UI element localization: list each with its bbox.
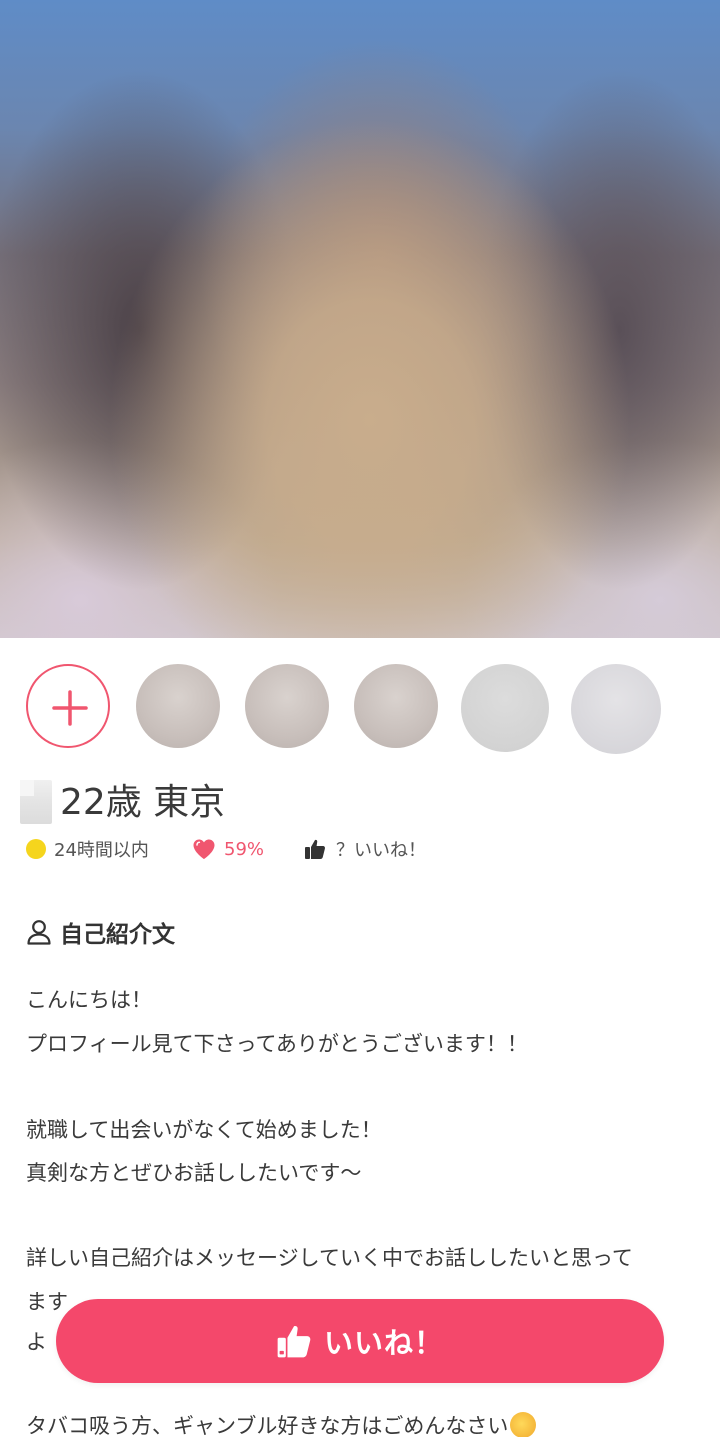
like-button-label: いいね！ [323, 1326, 444, 1360]
thumbs-up-icon [305, 839, 325, 859]
person-bowing-emoji-icon [510, 1412, 537, 1437]
person-icon [27, 920, 51, 945]
likes-count: ？いいね！ [304, 836, 426, 862]
bio-line-text: タバコ吸う方、ギャンブル好きな方はごめんなさい [26, 1414, 509, 1437]
match-rate-value: 59% [224, 838, 265, 860]
like-button[interactable]: いいね！ [56, 1299, 664, 1383]
bio-line: 真剣な方とぜひお話ししたいです〜 [26, 1161, 362, 1185]
self-intro-heading: 自己紹介文 [26, 914, 175, 950]
last-login-status: 24時間以内 [26, 836, 149, 862]
bio-line: 就職して出会いがなくて始めました！ [26, 1118, 382, 1142]
bio-line: よ [26, 1330, 47, 1354]
name-age-location: 22歳 東京 [60, 782, 226, 823]
photo-thumbnail-5[interactable] [571, 664, 661, 754]
name-mask [20, 780, 52, 824]
match-rate: 59% [192, 836, 264, 862]
photo-thumbnail-1[interactable] [136, 664, 220, 748]
bio-line: 詳しい自己紹介はメッセージしていく中でお話ししたいと思って [26, 1246, 633, 1270]
likes-count-text: ？いいね！ [336, 840, 426, 861]
photo-thumbnail-4[interactable] [461, 664, 549, 752]
thumbs-up-icon [277, 1326, 311, 1358]
photo-thumbnail-strip [0, 662, 720, 758]
last-login-text: 24時間以内 [54, 840, 149, 861]
online-status-dot-icon [26, 839, 46, 859]
bio-line: プロフィール見て下さってありがとうございます！！ [26, 1032, 528, 1056]
bio-line: ます [26, 1290, 68, 1314]
photo-thumbnail-3[interactable] [354, 664, 438, 748]
self-intro-heading-text: 自己紹介文 [60, 922, 175, 948]
add-photo-button[interactable] [26, 664, 110, 748]
photo-thumbnail-2[interactable] [245, 664, 329, 748]
heart-icon [193, 839, 215, 859]
profile-main-photo[interactable] [0, 0, 720, 638]
bio-line: こんにちは！ [26, 988, 152, 1012]
bio-line-last: タバコ吸う方、ギャンブル好きな方はごめんなさい [26, 1408, 537, 1437]
plus-icon [52, 690, 88, 726]
status-row: 24時間以内 59% ？いいね！ [26, 836, 706, 862]
